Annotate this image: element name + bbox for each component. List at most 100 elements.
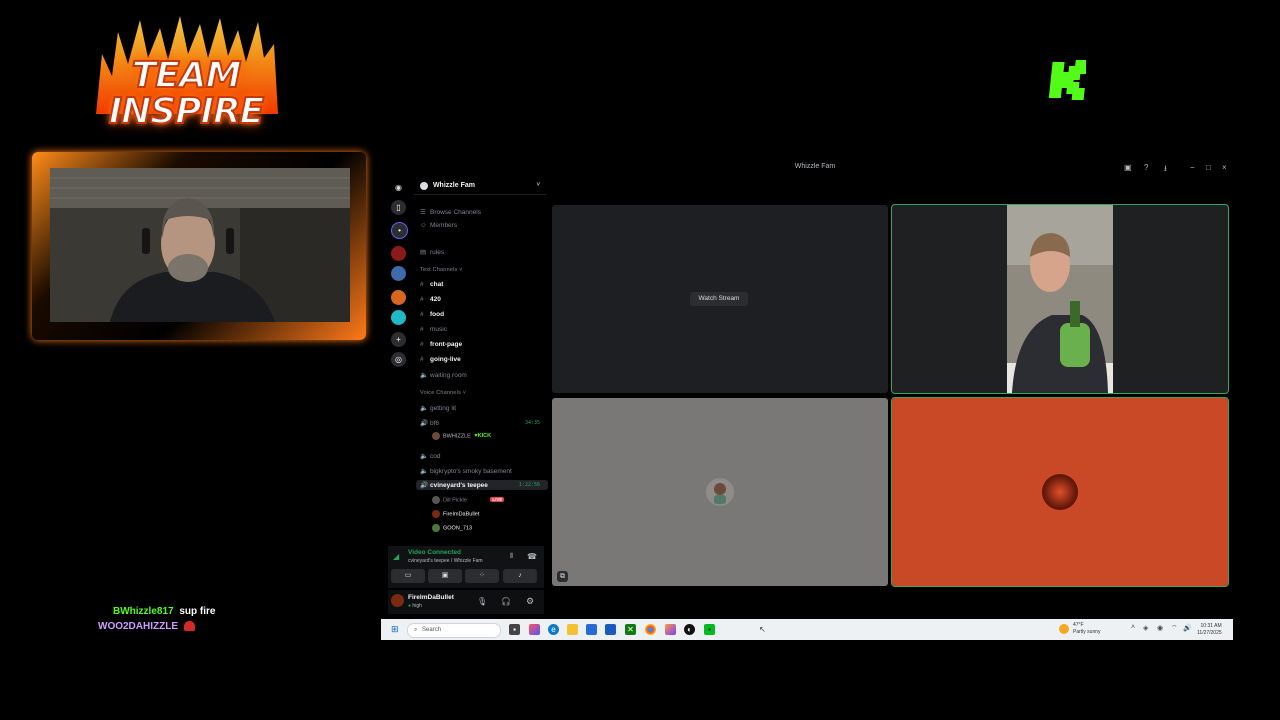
user-avatar[interactable] (391, 594, 404, 607)
server-name: Whizzle Fam (432, 182, 475, 189)
voice-user[interactable]: FireImDaBullet (432, 510, 479, 518)
server-icon-whizzle[interactable]: • (391, 222, 408, 239)
participant-avatar (706, 478, 734, 506)
mushroom-emote-icon (183, 621, 195, 632)
voice-channel-bf6[interactable]: 🔊 bf6 (420, 419, 439, 427)
voice-channel-getting-lit[interactable]: 🔈 getting lit (420, 404, 456, 412)
chrome-icon[interactable] (645, 624, 656, 635)
windows-start-icon[interactable]: ⊞ (391, 624, 399, 635)
wifi-icon[interactable]: ⌔ (1171, 624, 1178, 633)
taskbar-clock[interactable]: 10:31 AM 11/27/2025 (1197, 623, 1222, 637)
signal-icon[interactable]: ◢ (393, 552, 399, 561)
minimize-button[interactable]: − (1190, 163, 1195, 172)
window-title-text: Whizzle Fam (794, 163, 836, 170)
weather-widget[interactable]: 47°F Partly sunny (1073, 622, 1101, 636)
help-icon[interactable]: ? (1144, 163, 1148, 172)
maximize-button[interactable]: □ (1206, 163, 1211, 172)
voice-user[interactable]: Dill Pickle LIVE (432, 496, 505, 504)
microphone-icon[interactable]: 🎙 (477, 597, 487, 606)
discover-icon[interactable]: ◎ (391, 352, 406, 367)
live-badge: LIVE (490, 497, 505, 503)
video-tile-avatar[interactable]: ⧉ (552, 398, 888, 586)
close-button[interactable]: × (1222, 163, 1227, 172)
window-title: Whizzle Fam (720, 163, 910, 170)
disconnect-icon[interactable]: ☎ (527, 552, 537, 561)
settings-gear-icon[interactable]: ⚙ (526, 596, 534, 607)
inbox-icon[interactable]: ▣ (1124, 163, 1132, 172)
category-text-channels[interactable]: Text Channels ˅ (420, 267, 463, 273)
tray-app-icon[interactable]: ◈ (1143, 624, 1148, 632)
tray-icon[interactable]: ◉ (1157, 624, 1163, 632)
popout-icon[interactable]: ⧉ (557, 571, 568, 582)
channel-label: waiting room (430, 372, 467, 379)
server-header[interactable]: Whizzle Fam ˅ (414, 178, 546, 195)
avatar (432, 524, 440, 532)
copilot-icon[interactable] (529, 624, 540, 635)
video-tile-avatar-orange[interactable] (891, 397, 1229, 587)
chat-text: sup fire (179, 606, 216, 617)
add-server-icon[interactable]: + (391, 332, 406, 347)
kick-badge-label: KICK (477, 433, 492, 440)
soundboard-button[interactable]: ♪ (503, 569, 537, 583)
channel-label: front-page (430, 341, 463, 348)
channel-chat[interactable]: # chat (420, 281, 443, 288)
mail-icon[interactable] (605, 624, 616, 635)
user-status-text: high (412, 603, 422, 609)
server-icon[interactable]: ▯ (391, 200, 406, 215)
user-name[interactable]: FireImDaBullet (408, 594, 454, 601)
voice-channel-cod[interactable]: 🔈 cod (420, 452, 440, 460)
channel-rules[interactable]: ▤ rules (420, 248, 444, 256)
browse-channels-label: Browse Channels (430, 209, 481, 216)
channel-label: chat (430, 281, 444, 288)
file-explorer-icon[interactable] (567, 624, 578, 635)
activities-button[interactable]: ⁘ (465, 569, 499, 583)
channel-going-live[interactable]: # going-live (420, 356, 461, 363)
voice-channel-basement[interactable]: 🔈 bigkrypto's smoky basement (420, 467, 512, 475)
server-icon[interactable] (391, 266, 406, 281)
store-icon[interactable] (586, 624, 597, 635)
steam-icon[interactable]: ◐ (684, 624, 695, 635)
category-voice-channels[interactable]: Voice Channels ˅ (420, 390, 466, 396)
kick-badge: ♥KICK (474, 433, 492, 440)
server-icon[interactable] (391, 310, 406, 325)
channel-label: cod (430, 453, 441, 460)
kick-app-icon[interactable]: ▪ (704, 624, 715, 635)
voice-user[interactable]: GOON_713 (432, 524, 472, 532)
watch-stream-button[interactable]: Watch Stream (690, 292, 748, 306)
category-label: Voice Channels (420, 390, 462, 396)
channel-list: ☰ Browse Channels ☺ Members ▤ rules Text Ch… (414, 176, 548, 546)
video-tile-webcam[interactable] (891, 204, 1229, 394)
task-view-icon[interactable]: ▪ (509, 624, 520, 635)
stream-tile[interactable]: Watch Stream (552, 205, 888, 393)
edge-icon[interactable]: e (548, 624, 559, 635)
weather-icon[interactable] (1059, 624, 1069, 634)
channel-front-page[interactable]: # front-page (420, 341, 462, 348)
noise-suppression-icon[interactable]: ⦀ (510, 553, 513, 561)
discord-home-icon[interactable]: ◉ (391, 180, 406, 195)
channel-food[interactable]: # food (420, 311, 444, 318)
download-icon[interactable]: ⭳ (1164, 163, 1167, 177)
chevron-down-icon[interactable]: ˅ (536, 182, 540, 188)
headphones-icon[interactable]: 🎧 (501, 597, 511, 606)
voice-location[interactable]: cvineyard's teepee / Whizzle Fam (408, 558, 483, 564)
avatar (432, 496, 440, 504)
voice-user[interactable]: BWHIZZLE ♥KICK (432, 432, 491, 440)
channel-420[interactable]: #420 (420, 296, 441, 303)
app-icon[interactable] (665, 624, 676, 635)
volume-icon[interactable]: 🔊 (1183, 624, 1192, 632)
channel-waiting-room[interactable]: 🔈 waiting room (420, 371, 467, 379)
screen-share-button[interactable]: ▣ (428, 569, 462, 583)
chevron-up-icon[interactable]: ˄ (1131, 624, 1135, 631)
camera-button[interactable]: ▭ (391, 569, 425, 583)
voice-status[interactable]: Video Connected (408, 549, 461, 556)
members-item[interactable]: ☺ Members (420, 222, 457, 229)
server-icon[interactable] (391, 290, 406, 305)
browse-channels-item[interactable]: ☰ Browse Channels (420, 208, 481, 216)
server-icon[interactable] (391, 246, 406, 261)
channel-music[interactable]: # music (420, 326, 447, 333)
channel-label: food (430, 311, 445, 318)
taskbar-search-input[interactable]: ⌕ Search (407, 623, 501, 638)
team-inspire-logo: TEAM INSPIRE (88, 14, 284, 133)
weather-desc: Partly sunny (1073, 629, 1101, 635)
xbox-icon[interactable]: ✕ (625, 624, 636, 635)
